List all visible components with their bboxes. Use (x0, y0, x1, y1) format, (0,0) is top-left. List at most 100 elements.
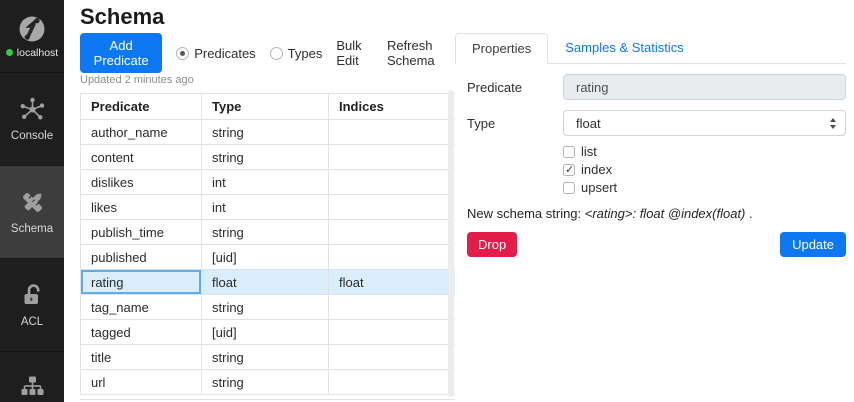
cell-type[interactable]: string (201, 119, 329, 145)
cell-predicate[interactable]: content (80, 144, 202, 170)
cell-type[interactable]: string (201, 144, 329, 170)
index-checkbox-label[interactable]: index (581, 162, 612, 177)
type-select-value: float (576, 115, 601, 131)
cell-predicate[interactable]: dislikes (80, 169, 202, 195)
column-header-predicate: Predicate (80, 93, 202, 120)
column-header-indices: Indices (328, 93, 457, 120)
table-row[interactable]: content string (80, 144, 457, 170)
graph-icon (19, 96, 46, 123)
table-row[interactable]: url string (80, 369, 457, 395)
table-row[interactable]: tagged [uid] (80, 319, 457, 345)
cell-type[interactable]: float (201, 269, 329, 295)
cell-indices[interactable] (328, 294, 457, 320)
cell-type[interactable]: int (201, 194, 329, 220)
cell-indices[interactable] (328, 194, 457, 220)
table-header-row: Predicate Type Indices (80, 93, 457, 120)
radio-types-label[interactable]: Types (288, 46, 323, 61)
list-checkbox[interactable] (563, 145, 575, 158)
cell-type[interactable]: int (201, 169, 329, 195)
index-checkbox[interactable] (563, 163, 575, 176)
cell-type[interactable]: [uid] (201, 244, 329, 270)
sidebar-brand-localhost[interactable]: localhost (0, 0, 64, 72)
cell-indices[interactable] (328, 119, 457, 145)
refresh-schema-button[interactable]: Refresh Schema (387, 38, 456, 68)
unlock-icon (19, 282, 46, 309)
table-scrollbar[interactable] (448, 90, 454, 397)
table-row[interactable]: published [uid] (80, 244, 457, 270)
cell-indices[interactable] (328, 169, 457, 195)
table-row[interactable]: tag_name string (80, 294, 457, 320)
schema-toolbar: Add Predicate Predicates Types Bulk Edit… (80, 33, 456, 73)
add-predicate-button[interactable]: Add Predicate (80, 33, 163, 73)
schema-string-value: <rating>: float @index(float) (584, 206, 746, 221)
tab-properties[interactable]: Properties (455, 33, 549, 64)
schema-page: Schema Add Predicate Predicates Types Bu… (64, 0, 457, 402)
page-title: Schema (80, 4, 165, 29)
last-updated-text: Updated 2 minutes ago (80, 74, 194, 86)
predicate-field-label: Predicate (467, 79, 522, 95)
checkbox-row-index[interactable]: index (563, 162, 846, 177)
connection-status-dot (5, 49, 13, 56)
cell-predicate-focused[interactable]: rating (80, 269, 202, 295)
radio-predicates-control[interactable] (176, 46, 190, 60)
cell-type[interactable]: [uid] (201, 319, 329, 345)
checkbox-row-upsert[interactable]: upsert (563, 180, 846, 195)
cell-predicate[interactable]: title (80, 344, 202, 370)
dgraph-logo-icon (17, 14, 47, 44)
radio-predicates-label[interactable]: Predicates (194, 46, 255, 61)
cell-indices[interactable] (328, 319, 457, 345)
radio-types-control[interactable] (269, 46, 283, 60)
cell-indices[interactable] (328, 244, 457, 270)
radio-predicates[interactable]: Predicates (176, 46, 256, 61)
tab-samples-statistics[interactable]: Samples & Statistics (548, 32, 701, 63)
table-row[interactable]: publish_time string (80, 219, 457, 245)
app-window: localhost Console Schema ACL Schema Add … (0, 0, 854, 402)
cell-predicate[interactable]: likes (80, 194, 202, 220)
cell-indices[interactable] (328, 369, 457, 395)
brand-label: localhost (16, 46, 59, 59)
cell-indices[interactable] (328, 344, 457, 370)
type-select[interactable]: float (563, 110, 846, 136)
cell-type[interactable]: string (201, 369, 329, 395)
predicate-input (563, 74, 846, 100)
table-row[interactable]: title string (80, 344, 457, 370)
table-row[interactable]: dislikes int (80, 169, 457, 195)
drop-button[interactable]: Drop (467, 232, 518, 257)
table-row-selected[interactable]: rating float float (80, 269, 457, 295)
cell-indices[interactable] (328, 219, 457, 245)
sidebar-item-label: ACL (20, 316, 44, 328)
sidebar-item-label: Console (10, 130, 54, 142)
sidebar-item-acl[interactable]: ACL (0, 258, 64, 351)
cell-indices[interactable]: float (328, 269, 457, 295)
cell-predicate[interactable]: tag_name (80, 294, 202, 320)
upsert-checkbox[interactable] (563, 181, 575, 194)
form-actions: Drop Update (467, 232, 846, 257)
cell-predicate[interactable]: tagged (80, 319, 202, 345)
sidebar-item-console[interactable]: Console (0, 72, 64, 165)
cell-type[interactable]: string (201, 219, 329, 245)
cell-type[interactable]: string (201, 294, 329, 320)
cell-indices[interactable] (328, 144, 457, 170)
cell-predicate[interactable]: published (80, 244, 202, 270)
sidebar-item-explorer[interactable]: Explorerβ (0, 351, 64, 402)
cell-predicate[interactable]: publish_time (80, 219, 202, 245)
cell-predicate[interactable]: author_name (80, 119, 202, 145)
sidebar-item-schema[interactable]: Schema (0, 165, 64, 258)
checkbox-row-list[interactable]: list (563, 144, 846, 159)
upsert-checkbox-label[interactable]: upsert (581, 180, 617, 195)
detail-tabs: Properties Samples & Statistics (455, 32, 846, 64)
bulk-edit-button[interactable]: Bulk Edit (336, 38, 373, 68)
table-row[interactable]: author_name string (80, 119, 457, 145)
list-checkbox-label[interactable]: list (581, 144, 597, 159)
table-clipped-row-edge (80, 399, 456, 400)
cell-type[interactable]: string (201, 344, 329, 370)
tools-icon (19, 189, 46, 216)
radio-types[interactable]: Types (269, 46, 323, 61)
predicate-detail-panel: Properties Samples & Statistics Predicat… (455, 0, 854, 402)
cell-predicate[interactable]: url (80, 369, 202, 395)
column-header-type: Type (201, 93, 329, 120)
sitemap-icon (19, 373, 46, 400)
update-button[interactable]: Update (780, 232, 846, 257)
table-row[interactable]: likes int (80, 194, 457, 220)
new-schema-string: New schema string: <rating>: float @inde… (467, 206, 753, 221)
